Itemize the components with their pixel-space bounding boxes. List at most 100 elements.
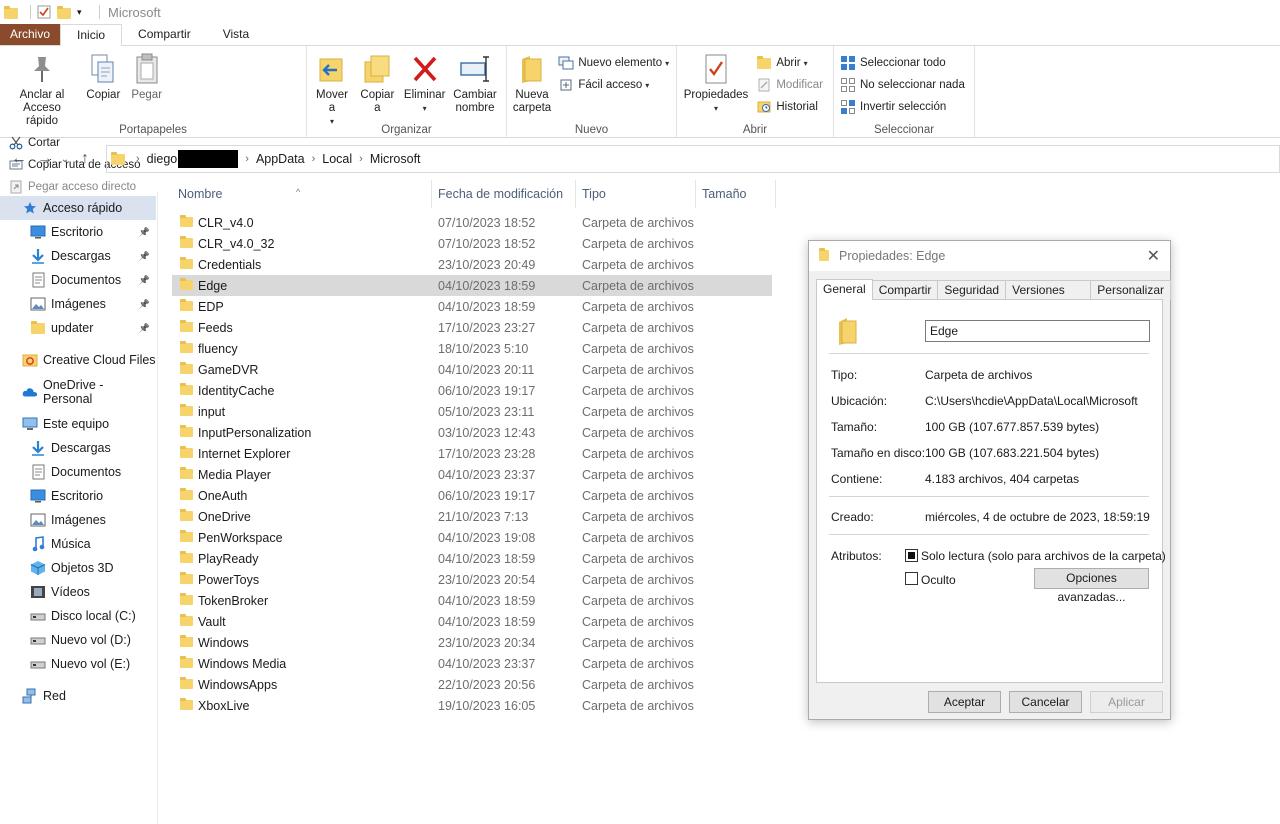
file-row[interactable]: OneDrive 21/10/2023 7:13 Carpeta de archiv… (172, 506, 772, 527)
pin-icon[interactable]: 📌 (139, 251, 150, 262)
tab-compartir[interactable]: Compartir (122, 24, 207, 45)
file-row[interactable]: IdentityCache 06/10/2023 19:17 Carpeta de … (172, 380, 772, 401)
ok-button[interactable]: Aceptar (928, 691, 1001, 713)
sidebar-item[interactable]: Imágenes 📌 (0, 292, 156, 316)
tab-archivo[interactable]: Archivo (0, 24, 61, 45)
sidebar-item[interactable]: updater 📌 (0, 316, 156, 340)
sidebar-item[interactable]: Documentos (0, 460, 156, 484)
file-row[interactable]: EDP 04/10/2023 18:59 Carpeta de archivos (172, 296, 772, 317)
file-row[interactable]: CLR_v4.0_32 07/10/2023 18:52 Carpeta de ar… (172, 233, 772, 254)
invert-selection-button[interactable]: Invertir selección (840, 96, 965, 118)
tab-general[interactable]: General (816, 279, 873, 300)
paste-button[interactable]: Pegar (127, 48, 167, 102)
breadcrumb-microsoft[interactable]: Microsoft (370, 152, 421, 166)
file-row[interactable]: Vault 04/10/2023 18:59 Carpeta de archivos (172, 611, 772, 632)
file-row[interactable]: TokenBroker 04/10/2023 18:59 Carpeta de ar… (172, 590, 772, 611)
up-arrow-icon[interactable]: ↑ (72, 150, 98, 168)
cancel-button[interactable]: Cancelar (1009, 691, 1082, 713)
properties-button[interactable]: Propiedades ▾ (681, 48, 751, 115)
file-row[interactable]: InputPersonalization 03/10/2023 12:43 Carp… (172, 422, 772, 443)
tab-vista[interactable]: Vista (207, 24, 265, 45)
tab-personalizar[interactable]: Personalizar (1090, 280, 1171, 300)
back-arrow-icon[interactable]: ← (6, 150, 32, 168)
column-header-date[interactable]: Fecha de modificación (432, 180, 576, 208)
move-to-button[interactable]: Mover a ▾ (311, 48, 353, 128)
readonly-checkbox[interactable] (905, 549, 918, 562)
sidebar-item[interactable]: Este equipo (0, 412, 156, 436)
breadcrumb-separator-icon[interactable]: › (136, 153, 140, 165)
properties-check-icon[interactable] (37, 5, 51, 19)
sidebar-item[interactable]: Descargas 📌 (0, 244, 156, 268)
rename-button[interactable]: Cambiar nombre (451, 48, 499, 115)
file-row[interactable]: WindowsApps 22/10/2023 20:56 Carpeta de ar… (172, 674, 772, 695)
file-row[interactable]: Internet Explorer 17/10/2023 23:28 Carpeta… (172, 443, 772, 464)
hidden-checkbox[interactable] (905, 572, 918, 585)
pin-icon[interactable]: 📌 (139, 227, 150, 238)
pin-quick-access-button[interactable]: Anclar al Acceso rápido (4, 48, 80, 128)
file-row[interactable]: Feeds 17/10/2023 23:27 Carpeta de archivos (172, 317, 772, 338)
folder-name-input[interactable] (925, 320, 1150, 342)
copy-button[interactable]: Copiar (83, 48, 123, 102)
tab-versiones-anteriores[interactable]: Versiones anteriores (1005, 280, 1092, 315)
sidebar-item[interactable]: Escritorio 📌 (0, 220, 156, 244)
select-all-button[interactable]: Seleccionar todo (840, 52, 965, 74)
new-item-button[interactable]: Nuevo elemento ▾ (558, 52, 669, 74)
open-button[interactable]: Abrir ▾ (756, 52, 823, 74)
sidebar-item[interactable]: Descargas (0, 436, 156, 460)
file-row[interactable]: PlayReady 04/10/2023 18:59 Carpeta de arch… (172, 548, 772, 569)
sidebar-item[interactable]: Vídeos (0, 580, 156, 604)
sidebar-item[interactable]: Escritorio (0, 484, 156, 508)
file-row[interactable]: CLR_v4.0 07/10/2023 18:52 Carpeta de archi… (172, 212, 772, 233)
file-row[interactable]: Windows 23/10/2023 20:34 Carpeta de archiv… (172, 632, 772, 653)
sidebar-item[interactable]: Objetos 3D (0, 556, 156, 580)
sidebar-item[interactable]: Documentos 📌 (0, 268, 156, 292)
pin-icon[interactable]: 📌 (139, 299, 150, 310)
column-header-size[interactable]: Tamaño (696, 180, 776, 208)
file-row[interactable]: OneAuth 06/10/2023 19:17 Carpeta de archiv… (172, 485, 772, 506)
tab-seguridad[interactable]: Seguridad (937, 280, 1007, 300)
sidebar-item[interactable]: Nuevo vol (E:) (0, 652, 156, 676)
sidebar-item[interactable]: Imágenes (0, 508, 156, 532)
sidebar-item[interactable]: Acceso rápido (0, 196, 156, 220)
sidebar-item[interactable]: Disco local (C:) (0, 604, 156, 628)
breadcrumb-separator-icon[interactable]: › (359, 153, 363, 165)
breadcrumb-local[interactable]: Local (322, 152, 352, 166)
forward-arrow-icon[interactable]: → (32, 150, 58, 168)
sidebar-item[interactable]: Nuevo vol (D:) (0, 628, 156, 652)
file-row[interactable]: XboxLive 19/10/2023 16:05 Carpeta de archi… (172, 695, 772, 716)
sidebar-item[interactable]: OneDrive - Personal (0, 378, 156, 406)
breadcrumb-appdata[interactable]: AppData (256, 152, 305, 166)
new-folder-button[interactable]: Nueva carpeta (511, 48, 553, 115)
advanced-options-button[interactable]: Opciones avanzadas... (1034, 568, 1149, 604)
address-bar[interactable]: › diego › AppData › Local › Microsoft (106, 145, 1280, 173)
select-none-button[interactable]: No seleccionar nada (840, 74, 965, 96)
apply-button[interactable]: Aplicar (1090, 691, 1163, 713)
copy-to-button[interactable]: Copiar a (356, 48, 398, 115)
file-row[interactable]: PowerToys 23/10/2023 20:54 Carpeta de arch… (172, 569, 772, 590)
file-row[interactable]: fluency 18/10/2023 5:10 Carpeta de archivo… (172, 338, 772, 359)
tab-compartir-dialog[interactable]: Compartir (871, 280, 939, 300)
file-row[interactable]: input 05/10/2023 23:11 Carpeta de archivos (172, 401, 772, 422)
new-folder-icon[interactable] (57, 5, 71, 19)
file-row[interactable]: Edge 04/10/2023 18:59 Carpeta de archivos (172, 275, 772, 296)
tab-inicio[interactable]: Inicio (60, 24, 123, 47)
close-icon[interactable]: ✕ (1147, 246, 1160, 266)
edit-button[interactable]: Modificar (756, 74, 823, 96)
customize-toolbar-icon[interactable]: ▾ (77, 5, 87, 19)
sidebar-item[interactable]: Red (0, 684, 156, 708)
file-row[interactable]: GameDVR 04/10/2023 20:11 Carpeta de archiv… (172, 359, 772, 380)
recent-locations-chevron-icon[interactable]: ⌄ (58, 154, 72, 165)
file-row[interactable]: PenWorkspace 04/10/2023 19:08 Carpeta de a… (172, 527, 772, 548)
breadcrumb-separator-icon[interactable]: › (245, 153, 249, 165)
dialog-title-bar[interactable]: Propiedades: Edge ✕ (809, 241, 1170, 271)
file-row[interactable]: Windows Media 04/10/2023 23:37 Carpeta de … (172, 653, 772, 674)
breadcrumb-separator-icon[interactable]: › (312, 153, 316, 165)
file-row[interactable]: Credentials 23/10/2023 20:49 Carpeta de ar… (172, 254, 772, 275)
breadcrumb-user[interactable]: diego (147, 152, 178, 166)
file-row[interactable]: Media Player 04/10/2023 23:37 Carpeta de a… (172, 464, 772, 485)
sidebar-item[interactable]: Música (0, 532, 156, 556)
column-header-type[interactable]: Tipo (576, 180, 696, 208)
easy-access-button[interactable]: Fácil acceso ▾ (558, 74, 669, 96)
pin-icon[interactable]: 📌 (139, 275, 150, 286)
pin-icon[interactable]: 📌 (139, 323, 150, 334)
